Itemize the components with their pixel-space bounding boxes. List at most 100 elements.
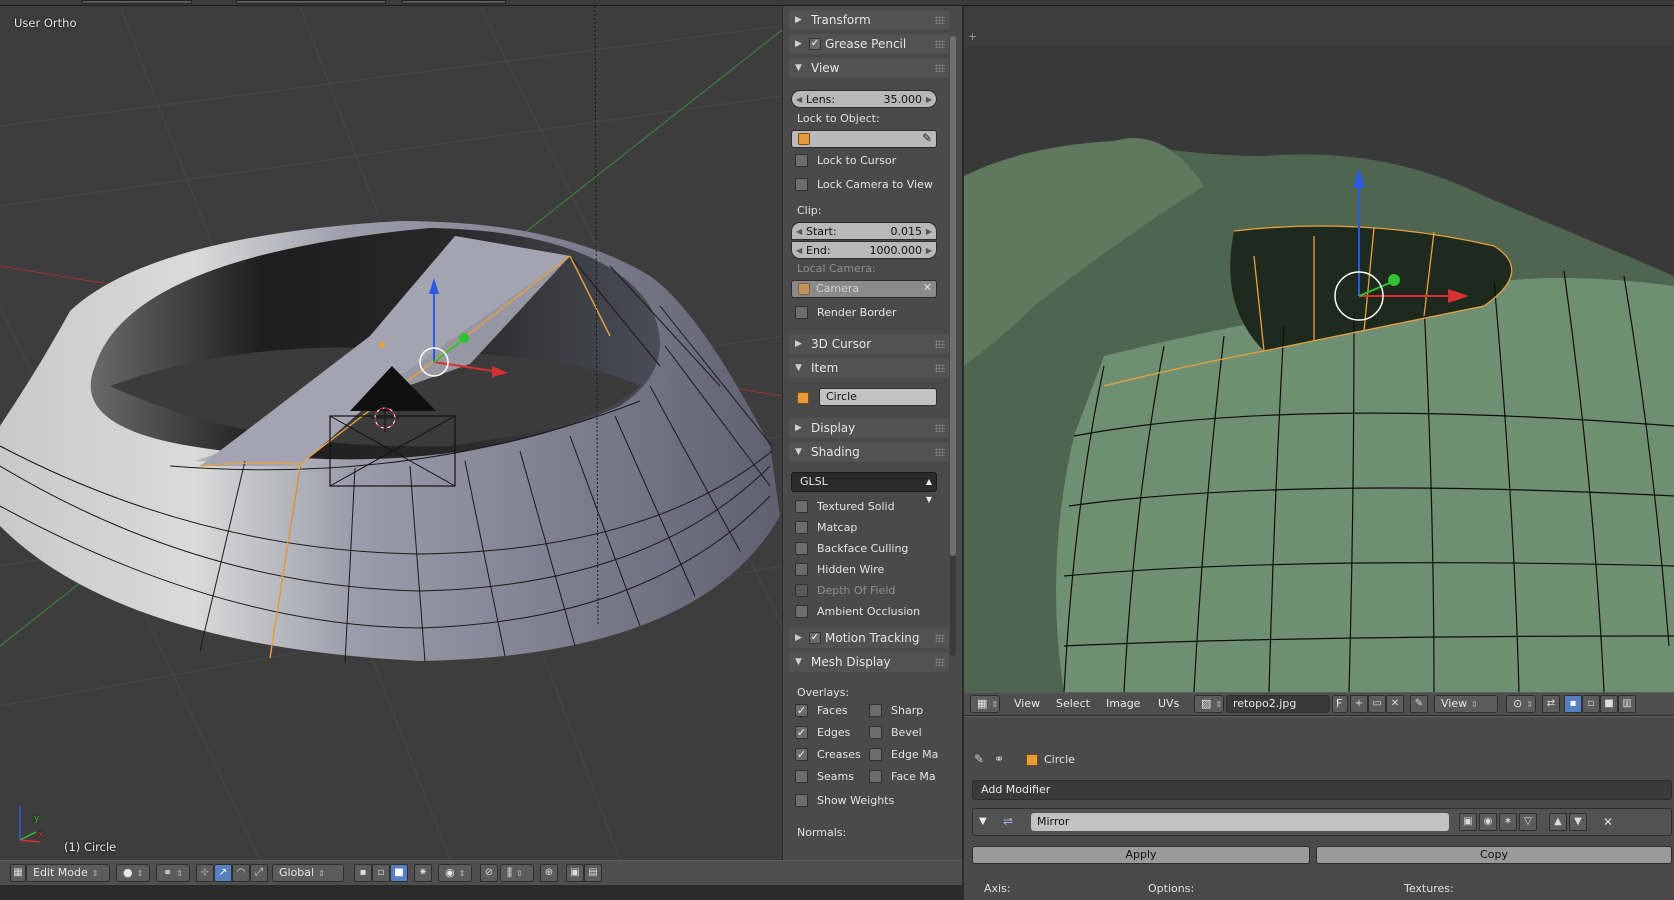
limit-selection-icon[interactable]: ✷ bbox=[414, 864, 432, 882]
bevel-checkbox[interactable]: Bevel bbox=[869, 726, 943, 742]
pivot-dropdown[interactable]: ⚭ ⇕ bbox=[156, 864, 190, 882]
lock-camera-to-view-checkbox[interactable]: Lock Camera to View bbox=[795, 178, 945, 194]
face-select-icon[interactable]: ■ bbox=[390, 864, 408, 882]
left-3d-viewport[interactable]: User Ortho (1) Circle y x bbox=[0, 6, 782, 860]
fake-user-button[interactable]: F bbox=[1332, 695, 1348, 713]
top-strip-field[interactable] bbox=[236, 0, 386, 4]
right-3d-viewport[interactable]: + bbox=[964, 6, 1674, 692]
orientation-dropdown[interactable]: Global ⇕ bbox=[272, 864, 344, 882]
editor-type-dropdown[interactable]: ▦ ⇕ bbox=[970, 695, 1000, 713]
copy-button[interactable]: Copy bbox=[1316, 846, 1672, 864]
edge-marks-checkbox[interactable]: Edge Ma bbox=[869, 748, 943, 764]
face-mode-icon[interactable]: ■ bbox=[1600, 695, 1618, 713]
panel-shading[interactable]: ▼ Shading bbox=[789, 442, 949, 462]
opengl-render-icon[interactable]: ▣ bbox=[566, 864, 584, 882]
move-up-icon[interactable]: ▲ bbox=[1549, 813, 1567, 831]
depth-of-field-checkbox[interactable]: Depth Of Field bbox=[795, 584, 945, 600]
pin-image-icon[interactable]: ✎ bbox=[1410, 695, 1428, 713]
panel-3d-cursor[interactable]: ▶ 3D Cursor bbox=[789, 334, 949, 354]
open-image-icon[interactable]: ▭ bbox=[1368, 695, 1386, 713]
panel-grease-pencil[interactable]: ▶ ✓ Grease Pencil bbox=[789, 34, 949, 54]
proportional-edit-dropdown[interactable]: ◉ ⇕ bbox=[438, 864, 472, 882]
panel-scrollbar[interactable] bbox=[950, 36, 956, 656]
drag-grip-icon[interactable] bbox=[935, 16, 945, 24]
image-name-field[interactable]: retopo2.jpg bbox=[1226, 695, 1330, 713]
selected-vertex[interactable] bbox=[379, 342, 385, 348]
collapse-arrow-icon[interactable]: ▼ bbox=[979, 813, 987, 831]
vertex-mode-icon[interactable]: ▪ bbox=[1564, 695, 1582, 713]
translate-manipulator-icon[interactable]: ↗ bbox=[214, 864, 232, 882]
left-viewport-canvas[interactable] bbox=[0, 6, 782, 860]
viewport-toggle-icon[interactable]: ◉ bbox=[1479, 813, 1497, 831]
rotate-manipulator-icon[interactable]: ◠ bbox=[232, 864, 250, 882]
add-modifier-dropdown[interactable]: Add Modifier bbox=[972, 780, 1672, 800]
face-marks-checkbox[interactable]: Face Ma bbox=[869, 770, 943, 786]
image-browse-dropdown[interactable]: ▨ ⇕ bbox=[1194, 695, 1224, 713]
snap-toggle-icon[interactable]: ⊘ bbox=[480, 864, 498, 882]
backface-culling-checkbox[interactable]: Backface Culling bbox=[795, 542, 945, 558]
drag-grip-icon[interactable] bbox=[935, 634, 945, 642]
move-down-icon[interactable]: ▼ bbox=[1569, 813, 1587, 831]
show-weights-checkbox[interactable]: Show Weights bbox=[795, 794, 945, 810]
lock-to-cursor-checkbox[interactable]: Lock to Cursor bbox=[795, 154, 945, 170]
panel-item[interactable]: ▼ Item bbox=[789, 358, 949, 378]
local-camera-field[interactable]: Camera ✕ bbox=[791, 280, 937, 298]
drag-grip-icon[interactable] bbox=[935, 424, 945, 432]
lock-object-field[interactable]: ✎ bbox=[791, 130, 937, 148]
menu-select[interactable]: Select bbox=[1056, 697, 1090, 710]
clip-end-field[interactable]: ◀ End: 1000.000 ▶ bbox=[791, 241, 937, 259]
pin-icon[interactable]: ✎ bbox=[974, 752, 984, 766]
hidden-wire-checkbox[interactable]: Hidden Wire bbox=[795, 563, 945, 579]
eyedropper-icon[interactable]: ✎ bbox=[922, 131, 932, 145]
drag-grip-icon[interactable] bbox=[935, 340, 945, 348]
edge-mode-icon[interactable]: ▫ bbox=[1582, 695, 1600, 713]
mode-dropdown[interactable]: Edit Mode ⇕ bbox=[26, 864, 110, 882]
panel-transform[interactable]: ▶ Transform bbox=[789, 10, 949, 30]
lens-field[interactable]: ◀ Lens: 35.000 ▶ bbox=[791, 90, 937, 108]
textured-solid-checkbox[interactable]: Textured Solid bbox=[795, 500, 945, 516]
matcap-checkbox[interactable]: Matcap bbox=[795, 521, 945, 537]
right-viewport-canvas[interactable]: + bbox=[964, 6, 1674, 692]
apply-button[interactable]: Apply bbox=[972, 846, 1310, 864]
new-image-icon[interactable]: + bbox=[1350, 695, 1368, 713]
remove-modifier-icon[interactable]: ✕ bbox=[1603, 813, 1613, 831]
panel-display[interactable]: ▶ Display bbox=[789, 418, 949, 438]
drag-grip-icon[interactable] bbox=[935, 364, 945, 372]
creases-checkbox[interactable]: ✓ Creases bbox=[795, 748, 869, 764]
ambient-occlusion-checkbox[interactable]: Ambient Occlusion bbox=[795, 605, 945, 621]
manipulator-toggle-icon[interactable]: ⊹ bbox=[196, 864, 214, 882]
editor-type-icon[interactable]: ▦ bbox=[10, 864, 26, 882]
vertex-select-icon[interactable]: ▪ bbox=[354, 864, 372, 882]
edge-select-icon[interactable]: ▫ bbox=[372, 864, 390, 882]
render-border-checkbox[interactable]: Render Border bbox=[795, 306, 945, 322]
menu-uvs[interactable]: UVs bbox=[1158, 697, 1179, 710]
drag-grip-icon[interactable] bbox=[935, 64, 945, 72]
editmode-toggle-icon[interactable]: ✶ bbox=[1499, 813, 1517, 831]
scale-manipulator-icon[interactable]: ⤢ bbox=[250, 864, 268, 882]
menu-view[interactable]: View bbox=[1014, 697, 1040, 710]
top-strip-field[interactable] bbox=[402, 0, 506, 4]
seams-checkbox[interactable]: Seams bbox=[795, 770, 869, 786]
viewport-shading-dropdown[interactable]: ● ⇕ bbox=[116, 864, 150, 882]
shading-mode-dropdown[interactable]: GLSL ▲ ▼ bbox=[791, 472, 937, 504]
snap-target-icon[interactable]: ⊕ bbox=[540, 864, 558, 882]
menu-image[interactable]: Image bbox=[1106, 697, 1140, 710]
unlink-image-icon[interactable]: ✕ bbox=[1386, 695, 1404, 713]
edges-checkbox[interactable]: ✓ Edges bbox=[795, 726, 869, 742]
panel-mesh-display[interactable]: ▼ Mesh Display bbox=[789, 652, 949, 672]
cage-toggle-icon[interactable]: ▽ bbox=[1519, 813, 1537, 831]
sync-selection-icon[interactable]: ⇄ bbox=[1542, 695, 1560, 713]
island-mode-icon[interactable]: ▥ bbox=[1618, 695, 1636, 713]
drag-grip-icon[interactable] bbox=[935, 448, 945, 456]
modifier-name-field[interactable]: Mirror bbox=[1031, 813, 1449, 831]
snap-element-dropdown[interactable]: ⫼ ⇕ bbox=[500, 864, 534, 882]
scrollbar-thumb[interactable] bbox=[950, 36, 956, 556]
panel-view[interactable]: ▼ View bbox=[789, 58, 949, 78]
faces-checkbox[interactable]: ✓ Faces bbox=[795, 704, 869, 720]
render-toggle-icon[interactable]: ▣ bbox=[1459, 813, 1477, 831]
enable-checkbox[interactable]: ✓ bbox=[809, 38, 821, 50]
opengl-anim-icon[interactable]: ▤ bbox=[584, 864, 602, 882]
drag-grip-icon[interactable] bbox=[935, 40, 945, 48]
clip-start-field[interactable]: ◀ Start: 0.015 ▶ bbox=[791, 222, 937, 240]
view-mode-dropdown[interactable]: View ⇕ bbox=[1434, 695, 1498, 713]
